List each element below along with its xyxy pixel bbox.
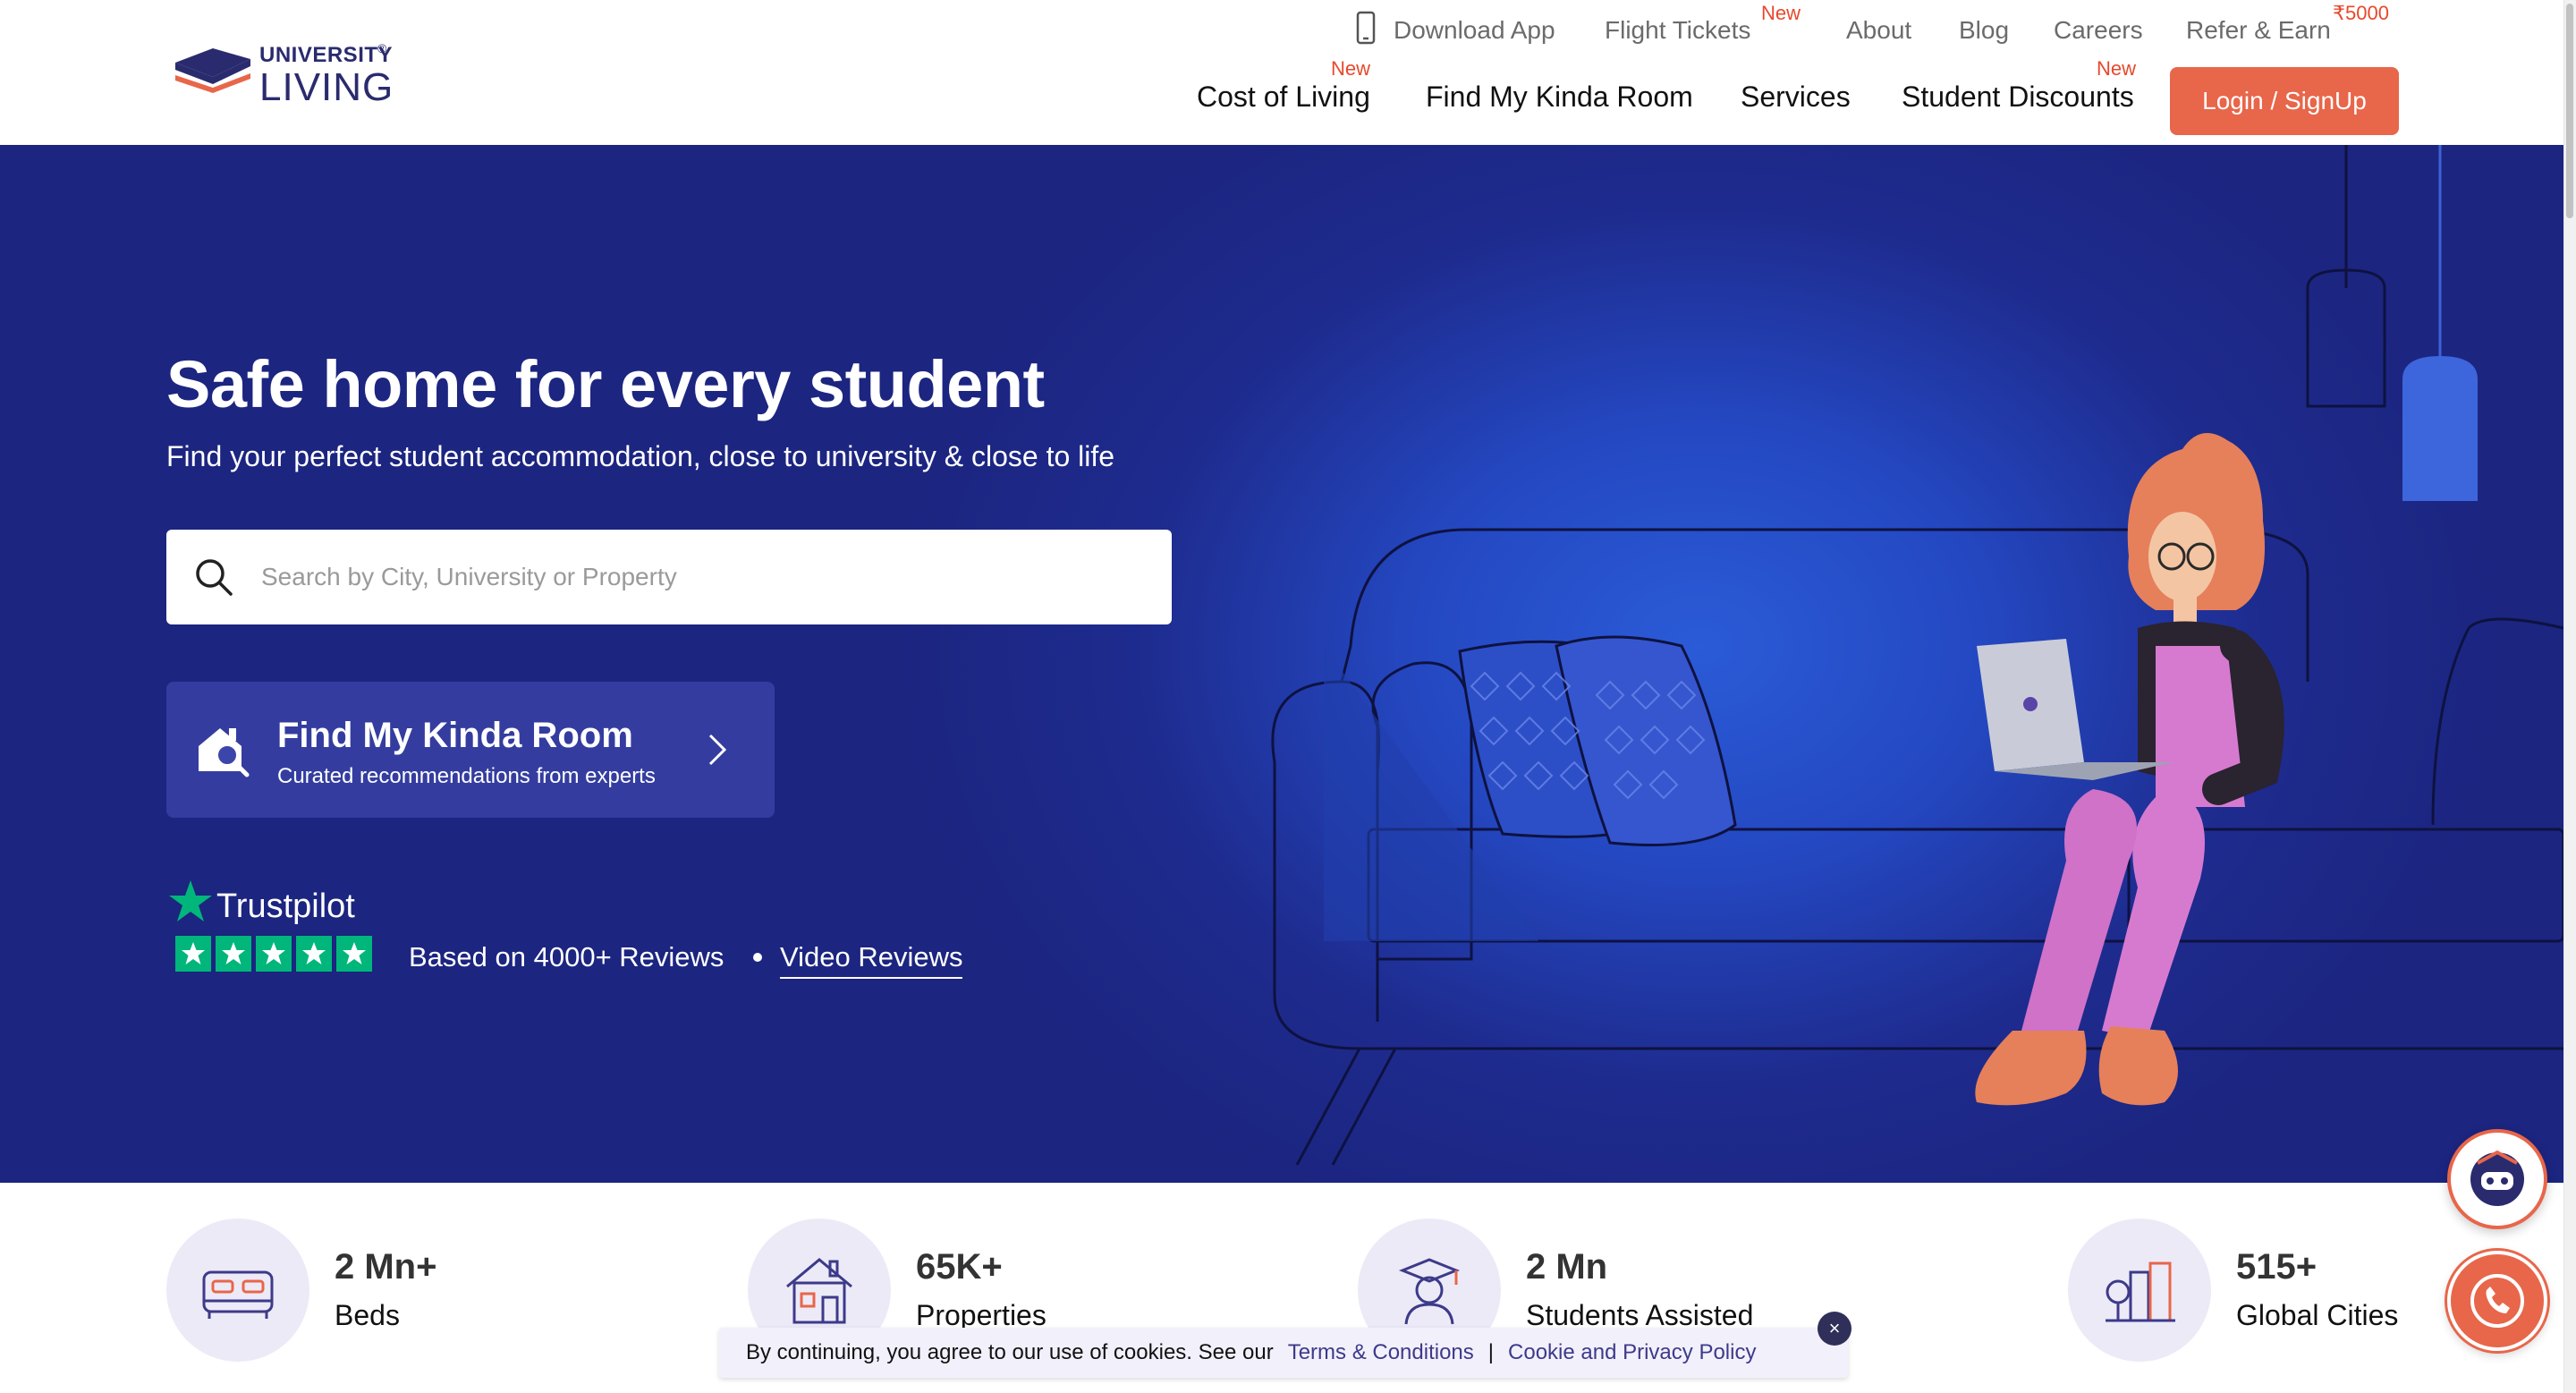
- blog-label: Blog: [1959, 16, 2010, 44]
- trustpilot-star-box: [175, 936, 211, 972]
- logo-line1: UNIVERSITY: [259, 43, 394, 67]
- site-header: UNIVERSITY LIVING ® Download App Flight …: [0, 0, 2563, 145]
- about-label: About: [1846, 16, 1912, 44]
- new-badge: New: [1331, 57, 1371, 80]
- login-signup-button[interactable]: Login / SignUp: [2170, 67, 2399, 135]
- privacy-policy-link[interactable]: Cookie and Privacy Policy: [1508, 1340, 1756, 1365]
- students-stat-value: 2 Mn: [1526, 1247, 1608, 1287]
- trustpilot-star-box: [216, 936, 251, 972]
- hero-illustration: [1271, 145, 2563, 1166]
- kinda-card-title: Find My Kinda Room: [277, 716, 633, 755]
- trustpilot-brand: Trustpilot: [216, 888, 355, 925]
- cookie-close-button[interactable]: ×: [1818, 1312, 1852, 1346]
- house-icon: [786, 1258, 852, 1324]
- beds-stat-label: Beds: [335, 1299, 400, 1331]
- cities-stat-value: 515+: [2236, 1247, 2318, 1287]
- video-reviews-link[interactable]: Video Reviews: [780, 941, 963, 979]
- search-input[interactable]: [261, 530, 1147, 624]
- trustpilot-star-box: [256, 936, 292, 972]
- cookie-separator: |: [1487, 1340, 1495, 1364]
- phone-call-icon: [2470, 1274, 2524, 1328]
- nav-student-discounts[interactable]: New Student Discounts: [1902, 57, 2136, 114]
- logo-wordmark: UNIVERSITY LIVING: [259, 45, 394, 107]
- careers-label: Careers: [2054, 16, 2143, 44]
- chevron-right-icon: [708, 734, 727, 766]
- trustpilot-rating: [175, 936, 372, 972]
- logo-mark-icon: [175, 48, 250, 93]
- nav-services-label: Services: [1741, 81, 1851, 113]
- trustpilot-star-box: [336, 936, 372, 972]
- search-bar[interactable]: [166, 530, 1172, 624]
- chat-assistant-button[interactable]: [2447, 1129, 2547, 1229]
- city-icon: [2106, 1261, 2175, 1322]
- call-whatsapp-button[interactable]: [2447, 1251, 2547, 1351]
- nav-find-my-kinda-room[interactable]: Find My Kinda Room: [1426, 81, 1693, 114]
- find-my-kinda-room-card[interactable]: Find My Kinda Room Curated recommendatio…: [166, 682, 775, 818]
- university-living-logo[interactable]: UNIVERSITY LIVING ®: [170, 36, 402, 107]
- hero-title: Safe home for every student: [166, 347, 1045, 421]
- download-app-label: Download App: [1394, 16, 1555, 44]
- bed-icon: [202, 1270, 274, 1319]
- cushion-icon: [1458, 635, 1737, 846]
- refer-earn-label: Refer & Earn: [2186, 16, 2331, 44]
- properties-stat-value: 65K+: [916, 1247, 1003, 1287]
- beds-stat-value: 2 Mn+: [335, 1247, 437, 1287]
- cities-stat-icon-wrap: [2068, 1219, 2211, 1362]
- nav-student-discounts-label: Student Discounts: [1902, 81, 2134, 113]
- student-character-icon: [1975, 433, 2284, 1106]
- nav-cost-of-living[interactable]: New Cost of Living: [1197, 57, 1370, 114]
- hero-subtitle: Find your perfect student accommodation,…: [166, 440, 1115, 472]
- hero-section: Safe home for every student Find your pe…: [0, 145, 2563, 1183]
- chatbot-avatar-icon: [2470, 1150, 2524, 1206]
- beds-stat-icon-wrap: [166, 1219, 309, 1362]
- nav-services[interactable]: Services: [1741, 81, 1851, 114]
- house-search-icon: [199, 728, 250, 777]
- scrollbar-thumb[interactable]: [2566, 4, 2573, 218]
- trustpilot-star-box: [296, 936, 332, 972]
- search-icon: [196, 559, 233, 596]
- new-badge: New: [2097, 57, 2137, 80]
- cookie-text: By continuing, you agree to our use of c…: [746, 1340, 1274, 1364]
- phone-icon: [1356, 11, 1376, 45]
- terms-conditions-link[interactable]: Terms & Conditions: [1288, 1340, 1474, 1365]
- nav-find-my-kinda-room-label: Find My Kinda Room: [1426, 81, 1693, 113]
- separator-dot: [753, 953, 762, 962]
- refer-reward-badge: ₹5000: [2333, 2, 2389, 24]
- new-badge: New: [1761, 2, 1801, 24]
- nav-cost-of-living-label: Cost of Living: [1197, 81, 1370, 113]
- logo-registered: ®: [377, 41, 387, 55]
- cookie-banner: By continuing, you agree to our use of c…: [719, 1328, 1848, 1378]
- cities-stat-label: Global Cities: [2236, 1299, 2399, 1331]
- pendant-lamp-icon: [2306, 145, 2478, 501]
- flight-tickets-label: Flight Tickets: [1605, 16, 1751, 44]
- logo-line2: LIVING: [259, 65, 394, 109]
- trustpilot-star-icon: [169, 880, 212, 922]
- kinda-card-subtitle: Curated recommendations from experts: [277, 764, 656, 788]
- graduate-icon: [1398, 1258, 1461, 1325]
- reviews-count-text: Based on 4000+ Reviews: [409, 941, 724, 973]
